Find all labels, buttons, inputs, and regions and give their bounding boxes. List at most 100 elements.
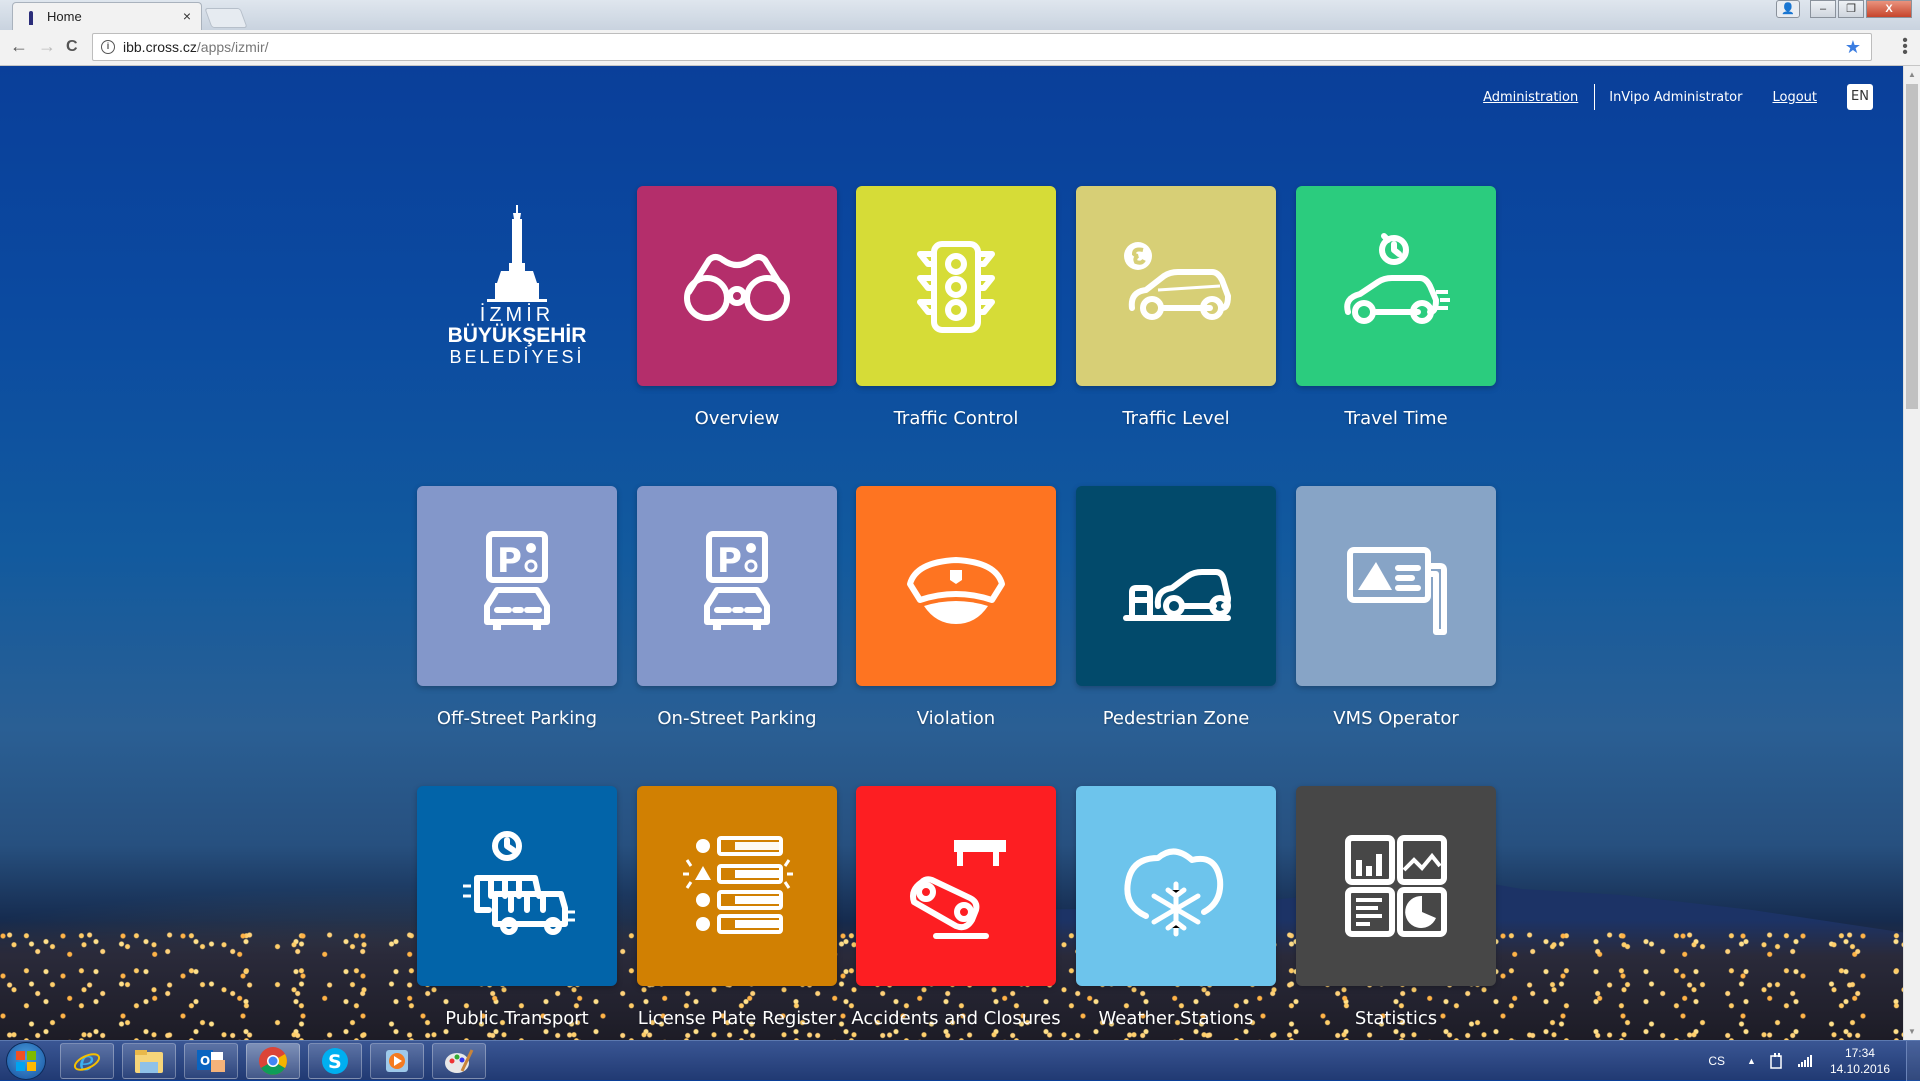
input-language[interactable]: CS: [1708, 1054, 1725, 1068]
show-hidden-icons[interactable]: ▲: [1747, 1056, 1756, 1066]
plate-list-icon: [683, 836, 793, 934]
app-tile-statistics[interactable]: [1296, 786, 1496, 986]
logo-line-1: İZMİR: [479, 304, 555, 326]
start-button[interactable]: [6, 1042, 46, 1080]
app-tile-overview[interactable]: [637, 186, 837, 386]
network-signal-icon[interactable]: [1797, 1055, 1812, 1067]
vms-sign-icon: [1347, 547, 1447, 635]
power-plug-icon[interactable]: [1770, 1053, 1784, 1069]
police-cap-icon: [907, 557, 1005, 624]
bollard-car-icon: [1123, 569, 1231, 621]
back-arrow-icon[interactable]: ←: [10, 36, 28, 57]
folder-icon: [135, 1050, 163, 1073]
system-tray: CS ▲ 17:34 14.10.2016: [1708, 1041, 1890, 1081]
snow-cloud-icon: [1124, 848, 1224, 937]
binoculars-icon: [684, 254, 790, 321]
app-label-on-street-parking[interactable]: On-Street Parking: [617, 708, 857, 729]
current-user: InVipo Administrator: [1609, 89, 1743, 105]
language-button[interactable]: EN: [1847, 84, 1873, 110]
browser-tab-home[interactable]: Home ×: [12, 2, 202, 30]
charts-grid-icon: [1345, 835, 1447, 937]
page-background: Administration InVipo Administrator Logo…: [0, 66, 1903, 1040]
minimize-button[interactable]: –: [1810, 0, 1836, 18]
skype-icon: S: [322, 1048, 348, 1074]
app-label-traffic-level[interactable]: Traffic Level: [1056, 408, 1296, 429]
clock-time: 17:34: [1844, 1046, 1875, 1060]
app-tile-travel-time[interactable]: [1296, 186, 1496, 386]
taskbar-paint[interactable]: [432, 1043, 486, 1079]
tower-favicon-icon: [25, 9, 37, 25]
app-tile-license-plate-register[interactable]: [637, 786, 837, 986]
taskbar-outlook[interactable]: O: [184, 1043, 238, 1079]
scroll-up-icon[interactable]: ▲: [1908, 70, 1916, 79]
svg-text:e: e: [79, 1047, 94, 1075]
parking-car-icon: P: [704, 531, 770, 630]
browser-menu-icon[interactable]: • • •: [1902, 33, 1908, 61]
info-icon[interactable]: i: [101, 40, 115, 54]
app-tile-violation[interactable]: [856, 486, 1056, 686]
taskbar-skype[interactable]: S: [308, 1043, 362, 1079]
scroll-down-icon[interactable]: ▼: [1908, 1027, 1916, 1036]
nav-divider: [1594, 84, 1596, 110]
outlook-icon: O: [197, 1050, 225, 1072]
app-label-pedestrian-zone[interactable]: Pedestrian Zone: [1056, 708, 1296, 729]
logo-line-2: BÜYÜKŞEHİR: [447, 324, 587, 347]
profile-button[interactable]: 👤: [1776, 0, 1800, 18]
svg-text:O: O: [200, 1054, 210, 1068]
paint-palette-icon: [445, 1049, 474, 1073]
windows-taskbar: e O S CS ▲ 17:34 14.10.2016: [0, 1040, 1920, 1081]
app-label-vms-operator[interactable]: VMS Operator: [1276, 708, 1516, 729]
forward-arrow-icon[interactable]: →: [38, 36, 56, 57]
tab-title: Home: [47, 9, 82, 24]
app-tile-weather-stations[interactable]: [1076, 786, 1276, 986]
app-tile-vms-operator[interactable]: [1296, 486, 1496, 686]
car-stopwatch-icon: [1344, 233, 1450, 324]
app-tile-traffic-control[interactable]: [856, 186, 1056, 386]
system-clock[interactable]: 17:34 14.10.2016: [1830, 1045, 1890, 1077]
app-label-accidents-and-closures[interactable]: Accidents and Closures: [836, 1008, 1076, 1029]
app-label-off-street-parking[interactable]: Off-Street Parking: [397, 708, 637, 729]
browser-titlebar: Home × 👤 – ❐ X: [0, 0, 1920, 30]
address-bar[interactable]: i ibb.cross.cz /apps/izmir/ ★: [92, 33, 1872, 61]
app-label-license-plate-register[interactable]: License Plate Register: [617, 1008, 857, 1029]
taskbar-chrome[interactable]: [246, 1043, 300, 1079]
izmir-logo: İZMİR BÜYÜKŞEHİR BELEDİYESİ: [417, 186, 617, 386]
app-label-violation[interactable]: Violation: [836, 708, 1076, 729]
window-controls: 👤 – ❐ X: [1776, 0, 1912, 18]
app-label-weather-stations[interactable]: Weather Stations: [1056, 1008, 1296, 1029]
app-tile-on-street-parking[interactable]: P: [637, 486, 837, 686]
bookmark-star-icon[interactable]: ★: [1845, 37, 1861, 58]
administration-link[interactable]: Administration: [1483, 90, 1578, 105]
url-host: ibb.cross.cz: [123, 39, 197, 55]
taskbar-explorer[interactable]: [122, 1043, 176, 1079]
tab-close-icon[interactable]: ×: [183, 8, 191, 24]
app-tile-pedestrian-zone[interactable]: [1076, 486, 1276, 686]
app-tile-accidents-and-closures[interactable]: [856, 786, 1056, 986]
new-tab-button[interactable]: [204, 8, 248, 28]
app-label-overview[interactable]: Overview: [617, 408, 857, 429]
scrollbar-thumb[interactable]: [1906, 84, 1918, 409]
taskbar-ie[interactable]: e: [60, 1043, 114, 1079]
app-tile-traffic-level[interactable]: [1076, 186, 1276, 386]
svg-text:P: P: [717, 541, 742, 581]
reload-icon[interactable]: C: [66, 38, 78, 56]
app-label-travel-time[interactable]: Travel Time: [1276, 408, 1516, 429]
taskbar-media-player[interactable]: [370, 1043, 424, 1079]
app-tile-off-street-parking[interactable]: P: [417, 486, 617, 686]
app-label-traffic-control[interactable]: Traffic Control: [836, 408, 1076, 429]
app-label-statistics[interactable]: Statistics: [1276, 1008, 1516, 1029]
header-nav: Administration InVipo Administrator Logo…: [1483, 84, 1873, 110]
restore-button[interactable]: ❐: [1838, 0, 1864, 18]
close-window-button[interactable]: X: [1866, 0, 1912, 18]
logo-line-3: BELEDİYESİ: [449, 347, 585, 367]
svg-text:S: S: [328, 1051, 342, 1073]
app-label-public-transport[interactable]: Public Transport: [397, 1008, 637, 1029]
show-desktop-button[interactable]: [1906, 1041, 1920, 1081]
page-scrollbar[interactable]: ▲ ▼: [1903, 66, 1920, 1040]
browser-toolbar: ← → C i ibb.cross.cz /apps/izmir/ ★ • • •: [0, 30, 1920, 66]
logout-link[interactable]: Logout: [1772, 90, 1817, 105]
bus-clock-icon: [463, 831, 575, 935]
svg-text:P: P: [497, 541, 522, 581]
chrome-icon: [259, 1047, 287, 1075]
app-tile-public-transport[interactable]: [417, 786, 617, 986]
